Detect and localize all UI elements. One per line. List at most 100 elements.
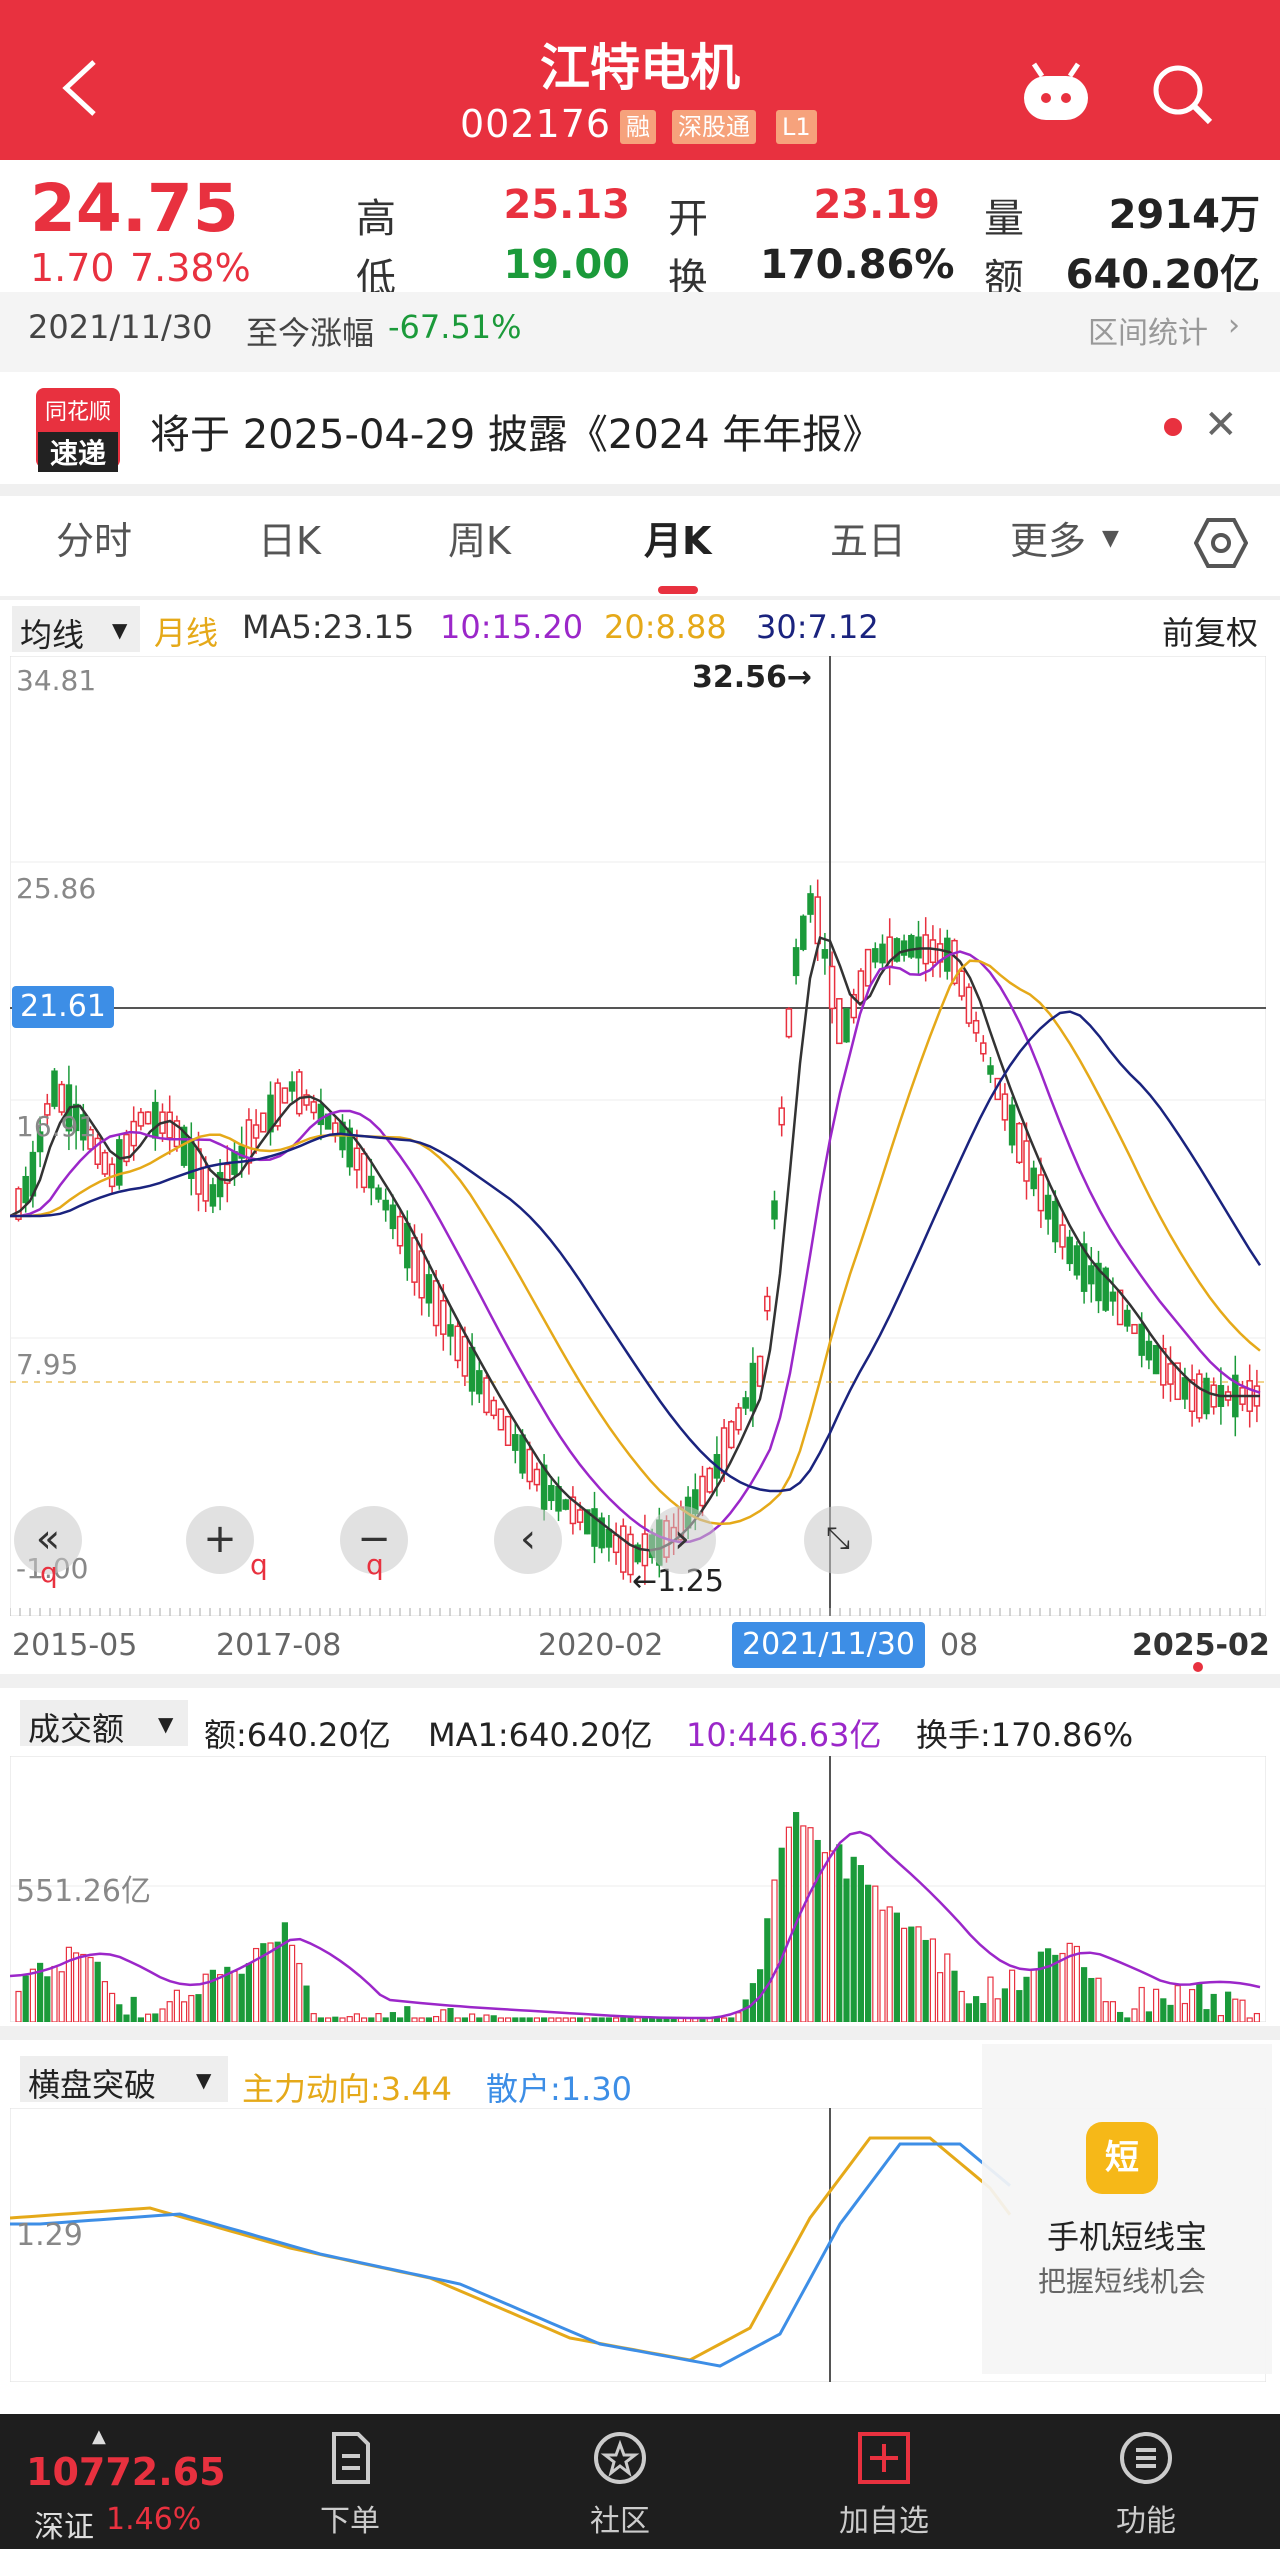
nav-add-watchlist[interactable]: 加自选 xyxy=(794,2414,974,2549)
volume-bar xyxy=(1145,2011,1153,2022)
community-star-icon xyxy=(594,2432,646,2484)
close-icon[interactable]: ✕ xyxy=(1204,402,1238,448)
main-force-label: 主力动向:3.44 xyxy=(242,2070,453,2108)
divider xyxy=(0,2026,1280,2040)
volume-bar xyxy=(519,2017,526,2022)
candle xyxy=(1109,1291,1117,1302)
robot-icon[interactable] xyxy=(1018,62,1094,130)
date-row: 2021/11/30 至今涨幅 -67.51% 区间统计 › xyxy=(0,292,1280,372)
candle xyxy=(749,1362,757,1412)
volume-bar xyxy=(1131,2008,1138,2022)
nav-community[interactable]: 社区 xyxy=(530,2414,710,2549)
candle xyxy=(612,1534,620,1554)
candle xyxy=(260,1112,267,1133)
index-value[interactable]: 10772.65 xyxy=(26,2450,226,2494)
volume-bar xyxy=(397,2017,404,2022)
candle xyxy=(382,1199,389,1211)
zoom-in-icon[interactable]: + xyxy=(186,1506,254,1574)
nav-functions-label: 功能 xyxy=(1116,2504,1176,2539)
stock-code: 002176 xyxy=(460,102,612,146)
q-event-icon[interactable]: q xyxy=(366,1548,384,1581)
range-stats-link[interactable]: 区间统计 xyxy=(1088,308,1208,352)
short-line-promo[interactable]: 短 手机短线宝 把握短线机会 xyxy=(982,2044,1272,2374)
q-event-icon[interactable]: q xyxy=(40,1556,58,1589)
volume-bar xyxy=(317,2017,324,2022)
volume-indicator-select[interactable]: 成交额 ▼ xyxy=(20,1700,188,1748)
candle xyxy=(296,1071,303,1115)
candle xyxy=(879,943,886,964)
candle xyxy=(418,1250,425,1299)
volume-bar xyxy=(245,1963,252,2022)
volume-bar xyxy=(433,2015,440,2022)
since-value: -67.51% xyxy=(388,308,522,346)
candle xyxy=(764,1295,771,1312)
dropdown-triangle-icon: ▼ xyxy=(158,1712,174,1736)
volume-bar xyxy=(425,2017,432,2022)
candle xyxy=(778,1107,785,1126)
nav-order[interactable]: 下单 xyxy=(260,2414,440,2549)
news-logo-bottom: 速递 xyxy=(38,432,118,472)
candle xyxy=(800,915,807,950)
candle xyxy=(980,1042,987,1055)
volume-bar xyxy=(123,2014,130,2022)
volume-bar xyxy=(440,2009,447,2022)
volume-bar xyxy=(800,1825,807,2022)
volume-bar xyxy=(1167,2004,1174,2022)
promo-title: 手机短线宝 xyxy=(1046,2218,1207,2256)
candle xyxy=(526,1448,533,1483)
candle xyxy=(1001,1093,1009,1121)
volume-bar xyxy=(929,1938,937,2022)
candle xyxy=(987,1065,994,1075)
settings-hexagon-icon[interactable] xyxy=(1193,516,1249,574)
scroll-left-icon[interactable]: ‹ xyxy=(494,1506,562,1574)
scroll-right-icon[interactable]: › xyxy=(648,1506,716,1574)
y-tick-label: 7.95 xyxy=(16,1348,79,1381)
adjust-mode[interactable]: 前复权 xyxy=(1162,608,1258,654)
tab-intraday[interactable]: 分时 xyxy=(56,510,132,565)
quote-date: 2021/11/30 xyxy=(28,308,213,346)
volume-bar xyxy=(361,2017,368,2022)
nav-functions[interactable]: 功能 xyxy=(1056,2414,1236,2549)
search-icon[interactable] xyxy=(1150,62,1216,132)
tab-five-day[interactable]: 五日 xyxy=(830,510,906,565)
q-event-icon[interactable]: q xyxy=(250,1548,268,1581)
volume-bar xyxy=(900,1927,908,2022)
candle xyxy=(404,1222,411,1269)
up-arrow-icon: ▲ xyxy=(92,2426,106,2447)
divider xyxy=(0,1674,1280,1688)
volume-bar xyxy=(231,1970,238,2022)
volume-bar xyxy=(447,2008,454,2022)
volume-bar xyxy=(1059,1952,1066,2022)
volume-bar xyxy=(1023,1976,1030,2022)
candle xyxy=(756,1355,764,1387)
volume-bar xyxy=(821,1852,829,2022)
tab-monthly-k[interactable]: 月K xyxy=(644,510,711,565)
candle xyxy=(965,986,973,1024)
news-banner[interactable]: 同花顺 速递 将于 2025-04-29 披露《2024 年年报》 ✕ xyxy=(0,372,1280,484)
add-box-icon xyxy=(858,2432,910,2484)
volume-bar xyxy=(1152,1988,1160,2022)
volume-bar xyxy=(540,2017,548,2022)
tab-more[interactable]: 更多 xyxy=(1010,510,1086,565)
volume-bar xyxy=(209,1969,216,2022)
divider xyxy=(0,596,1280,600)
volume-bar xyxy=(807,1827,814,2022)
volume-bar xyxy=(1181,2002,1189,2022)
indicator-select[interactable]: 均线 ▼ xyxy=(12,606,140,654)
volume-bar xyxy=(404,2006,411,2022)
volume-bar xyxy=(310,2013,317,2022)
tab-weekly-k[interactable]: 周K xyxy=(448,510,511,565)
open-value: 23.19 xyxy=(813,182,940,228)
volume-bar xyxy=(526,2017,533,2022)
volume-bar xyxy=(1008,1969,1016,2022)
kline-chart[interactable] xyxy=(10,656,1266,1616)
document-icon xyxy=(332,2432,370,2484)
volume-bar xyxy=(108,1992,116,2022)
tab-daily-k[interactable]: 日K xyxy=(258,510,321,565)
volume-bar xyxy=(281,1922,288,2022)
volume-bar xyxy=(1203,2009,1210,2022)
fullscreen-icon[interactable]: ⤡ xyxy=(804,1506,872,1574)
candle xyxy=(310,1101,317,1114)
volume-chart[interactable] xyxy=(10,1756,1266,2022)
signal-indicator-select[interactable]: 横盘突破 ▼ xyxy=(20,2056,228,2104)
